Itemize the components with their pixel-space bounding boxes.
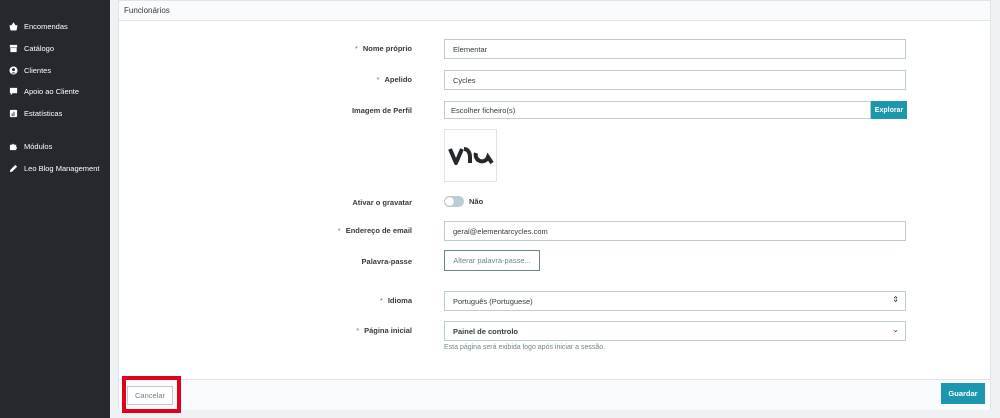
sidebar-item-label: Módulos xyxy=(24,141,53,151)
chevron-down-icon: ⌄ xyxy=(892,325,899,334)
sidebar-item-label: Estatísticas xyxy=(24,108,63,118)
required-marker: * xyxy=(354,44,358,53)
user-circle-icon xyxy=(8,65,18,75)
browse-button[interactable]: Explorar xyxy=(871,101,907,119)
pencil-icon xyxy=(8,163,18,173)
required-marker: * xyxy=(337,226,341,235)
avatar-file-input[interactable]: Escolher ficheiro(s) xyxy=(444,101,871,119)
change-password-button[interactable]: Alterar palavra-passe... xyxy=(444,250,540,271)
sidebar-item-label: Encomendas xyxy=(24,21,68,31)
avatar-label: Imagem de Perfil xyxy=(351,106,412,115)
panel-title: Funcionários xyxy=(119,1,990,21)
employee-form-panel: Funcionários * Nome próprio Elementar * Ap… xyxy=(118,0,991,410)
homepage-select[interactable]: Painel de controlo ⌄ xyxy=(444,321,906,341)
gravatar-toggle[interactable] xyxy=(444,196,464,207)
toggle-knob xyxy=(445,197,454,206)
sidebar-item-orders[interactable]: Encomendas xyxy=(0,16,110,36)
first-name-label: * Nome próprio xyxy=(354,44,412,53)
language-label: * Idioma xyxy=(379,296,412,305)
homepage-select-value: Painel de controlo xyxy=(453,326,519,336)
store-icon xyxy=(8,43,18,53)
homepage-label: * Página inicial xyxy=(356,326,412,335)
sidebar-item-catalog[interactable]: Catálogo xyxy=(0,38,110,58)
required-marker: * xyxy=(379,296,383,305)
language-select-value: Português (Portuguese) xyxy=(453,296,533,306)
avatar-preview xyxy=(444,129,497,182)
cancel-button[interactable]: Cancelar xyxy=(127,386,173,405)
last-name-input[interactable]: Cycles xyxy=(444,70,906,90)
sidebar: Encomendas Catálogo Clientes Apoio ao Cl… xyxy=(0,0,110,418)
email-input[interactable]: geral@elementarcycles.com xyxy=(444,221,906,241)
puzzle-icon xyxy=(8,141,18,151)
sidebar-item-customer-service[interactable]: Apoio ao Cliente xyxy=(0,81,110,101)
save-button[interactable]: Guardar xyxy=(941,383,985,404)
sidebar-item-modules[interactable]: Módulos xyxy=(0,136,110,156)
language-select[interactable]: Português (Portuguese) ⇕ xyxy=(444,291,906,311)
sort-arrows-icon: ⇕ xyxy=(892,295,899,304)
shopping-basket-icon xyxy=(8,21,18,31)
sidebar-item-statistics[interactable]: Estatísticas xyxy=(0,103,110,123)
panel-footer: Cancelar Guardar xyxy=(119,379,990,410)
sidebar-item-leo-blog[interactable]: Leo Blog Management xyxy=(0,158,110,178)
chat-bubble-icon xyxy=(8,86,18,96)
sidebar-item-customers[interactable]: Clientes xyxy=(0,60,110,80)
bar-chart-icon xyxy=(8,108,18,118)
sidebar-item-label: Clientes xyxy=(24,65,52,75)
last-name-label: * Apelido xyxy=(376,75,412,84)
gravatar-label: Ativar o gravatar xyxy=(352,198,412,207)
sidebar-item-label: Leo Blog Management xyxy=(24,163,100,173)
email-label: * Endereço de email xyxy=(337,226,412,235)
elementar-cycles-logo xyxy=(447,146,494,165)
required-marker: * xyxy=(376,75,380,84)
password-label: Palavra-passe xyxy=(361,257,412,266)
homepage-help-text: Esta página será exibida logo após inici… xyxy=(444,344,606,351)
gravatar-state-label: Não xyxy=(469,197,484,206)
first-name-input[interactable]: Elementar xyxy=(444,39,906,59)
sidebar-item-label: Catálogo xyxy=(24,43,55,53)
sidebar-item-label: Apoio ao Cliente xyxy=(24,86,80,96)
required-marker: * xyxy=(356,326,360,335)
